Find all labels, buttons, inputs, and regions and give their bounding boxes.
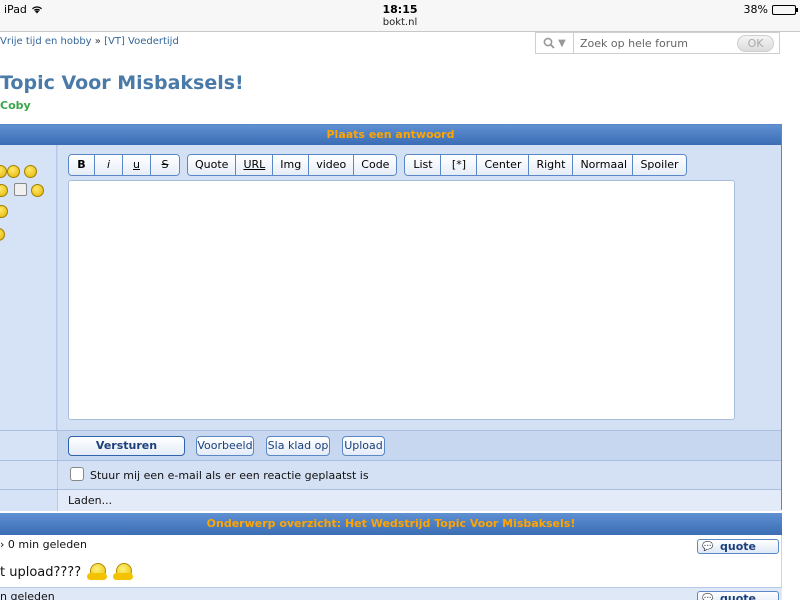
bold-button[interactable]: B (69, 155, 95, 175)
smiley-icon[interactable] (0, 228, 5, 241)
list-item-button[interactable]: [*] (441, 155, 478, 175)
italic-button[interactable]: i (95, 155, 123, 175)
speech-bubble-icon: 💬 (702, 542, 714, 552)
reply-panel-header: Plaats een antwoord (0, 125, 781, 145)
smiley-icon[interactable] (31, 184, 44, 197)
loading-text: Laden... (68, 494, 113, 507)
post-item: n geleden 💬 quote (0, 587, 782, 600)
topic-author[interactable]: Coby (0, 99, 31, 112)
browser-url[interactable]: bokt.nl (0, 16, 800, 32)
quote-button[interactable]: 💬 quote (697, 539, 779, 554)
email-notify-checkbox[interactable] (70, 467, 84, 481)
smiley-icon[interactable] (0, 184, 8, 197)
search-input[interactable] (574, 36, 734, 50)
toolbar-group-insert: Quote URL Img video Code (187, 154, 398, 176)
loading-row: Laden... (0, 489, 781, 511)
spoiler-button[interactable]: Spoiler (633, 155, 686, 175)
quote-button-label: quote (720, 592, 756, 600)
right-align-button[interactable]: Right (529, 155, 574, 175)
send-button[interactable]: Versturen (68, 436, 185, 456)
post-text: t upload???? (0, 564, 82, 580)
row-label-cell (0, 490, 58, 511)
quote-tag-button[interactable]: Quote (188, 155, 237, 175)
video-button[interactable]: video (309, 155, 355, 175)
smiley-icon[interactable] (7, 165, 20, 178)
battery-percent: 38% (743, 3, 768, 16)
url-button[interactable]: URL (236, 155, 274, 175)
img-button[interactable]: Img (273, 155, 310, 175)
breadcrumb-current[interactable]: [VT] Voedertijd (104, 36, 179, 47)
search-scope-dropdown[interactable]: ▼ (536, 33, 574, 53)
breadcrumb-separator: » (94, 36, 101, 47)
toolbar-group-format: B i u S (68, 154, 180, 176)
post-timestamp: n geleden (0, 590, 55, 600)
email-notify-label: Stuur mij een e-mail als er een reactie … (90, 469, 369, 482)
underline-button[interactable]: u (123, 155, 151, 175)
status-time: 18:15 (382, 3, 418, 16)
reply-actions-row: Versturen Voorbeeld Sla klad op Upload (0, 430, 781, 460)
search-ok-button[interactable]: OK (737, 35, 774, 52)
strikethrough-button[interactable]: S (151, 155, 179, 175)
battery-icon (772, 4, 798, 15)
save-draft-button[interactable]: Sla klad op (266, 436, 330, 456)
smiley-icon[interactable] (0, 165, 7, 178)
post-item: › 0 min geleden 💬 quote t upload???? (0, 535, 782, 587)
sleepy-smiley-icon[interactable] (14, 183, 27, 196)
row-label-cell (0, 461, 58, 489)
quote-button[interactable]: 💬 quote (697, 591, 779, 600)
preview-button[interactable]: Voorbeeld (196, 436, 254, 456)
email-notify-row: Stuur mij een e-mail als er een reactie … (0, 460, 781, 489)
message-textarea[interactable] (68, 180, 735, 420)
search-icon (543, 37, 555, 49)
smiley-icon (113, 563, 134, 581)
status-right: 38% (743, 3, 798, 16)
center-button[interactable]: Center (477, 155, 530, 175)
toolbar-group-layout: List [*] Center Right Normaal Spoiler (404, 154, 687, 176)
upload-button[interactable]: Upload (342, 436, 385, 456)
chevron-down-icon: ▼ (558, 37, 566, 49)
page-title: Topic Voor Misbaksels! (0, 72, 244, 94)
topic-overview-header: Onderwerp overzicht: Het Wedstrijd Topic… (0, 513, 782, 535)
editor-area: B i u S Quote URL Img video Code List [*… (58, 145, 781, 430)
reply-panel: Plaats een antwoord B i u S Quote URL Im… (0, 124, 782, 511)
smiley-icon[interactable] (24, 165, 37, 178)
smiley-icon[interactable] (0, 205, 8, 218)
font-size-select[interactable]: Normaal (573, 155, 634, 175)
breadcrumb: Vrije tijd en hobby » [VT] Voedertijd (0, 36, 179, 47)
post-body: t upload???? (0, 563, 134, 581)
list-button[interactable]: List (405, 155, 442, 175)
breadcrumb-parent[interactable]: Vrije tijd en hobby (0, 36, 92, 47)
code-button[interactable]: Code (354, 155, 397, 175)
quote-button-label: quote (720, 540, 756, 553)
smiley-icon (87, 563, 108, 581)
post-timestamp: › 0 min geleden (0, 538, 87, 551)
bbcode-toolbar: B i u S Quote URL Img video Code List [*… (68, 154, 694, 176)
speech-bubble-icon: 💬 (702, 594, 714, 600)
row-label-cell (0, 431, 58, 460)
